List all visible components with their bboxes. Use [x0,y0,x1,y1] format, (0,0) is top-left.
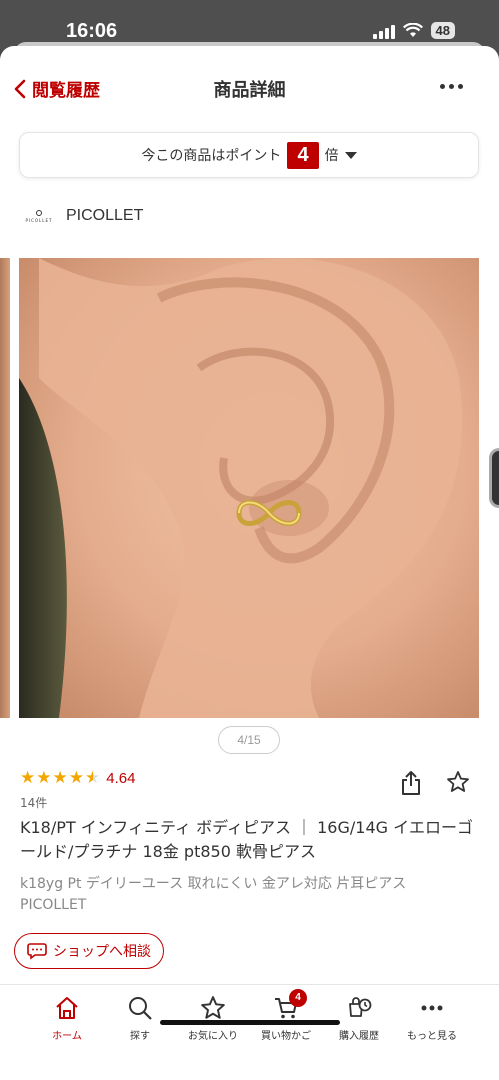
favorite-star-icon[interactable] [446,770,470,794]
shop-logo: PICOLLET [22,206,56,226]
review-count[interactable]: 14件 [20,794,47,811]
cellular-signal-icon [372,23,395,39]
caret-down-icon [344,151,357,159]
cart-badge: 4 [289,989,307,1007]
search-icon [125,993,155,1023]
shop-link[interactable]: PICOLLET PICOLLET [22,206,144,226]
tab-label: 購入履歴 [339,1031,379,1042]
previous-image[interactable] [0,258,10,718]
home-indicator [160,1020,340,1025]
product-detail-sheet: 閲覧履歴 商品詳細 今この商品はポイント 4 倍 PICOLLET PICOLL… [0,46,499,1080]
star-icon: ★ [36,768,52,788]
ear-photo [19,258,479,718]
tab-more[interactable]: もっと見る [396,993,468,1042]
consult-label: ショップへ相談 [53,944,151,960]
tab-label: 買い物かご [261,1031,311,1042]
rating-value: 4.64 [106,770,136,787]
star-icon: ★ [52,768,68,788]
star-icon: ★ [20,768,36,788]
tab-cart[interactable]: 4 買い物かご [250,989,322,1042]
star-icon [198,993,228,1023]
home-icon [52,993,82,1023]
consult-shop-button[interactable]: ショップへ相談 [14,933,164,969]
points-prefix: 今この商品はポイント [141,148,282,164]
product-image[interactable] [19,258,479,718]
shop-name: PICOLLET [66,207,144,224]
star-icon: ★ [68,768,84,788]
product-title: K18/PT インフィニティ ボディピアス ｜ 16G/14G イエローゴールド… [20,818,473,861]
image-gallery[interactable] [0,258,499,718]
purchase-history-icon [344,993,374,1023]
tab-label: ホーム [52,1031,82,1042]
status-icons: 48 [372,22,455,39]
points-multiplier: 4 [287,141,319,169]
points-banner[interactable]: 今この商品はポイント 4 倍 [19,132,479,178]
more-icon [417,993,447,1023]
wifi-icon [402,23,423,37]
rating[interactable]: ★ ★ ★ ★ ★ 4.64 [20,768,136,788]
shop-logo-text: PICOLLET [25,217,53,223]
chat-icon [27,943,47,960]
bottom-tab-bar: ホーム 探す お気に入り 4 買い物かご 購入履歴 もっと見る [0,984,499,1080]
product-subtitle: k18yg Pt デイリーユース 取れにくい 金アレ対応 片耳ピアス PICOL… [20,876,407,913]
tab-label: 探す [130,1031,150,1042]
tab-label: もっと見る [407,1031,457,1042]
navigation-bar: 閲覧履歴 商品詳細 [0,64,499,114]
cart-icon: 4 [271,989,307,1023]
page-title: 商品詳細 [213,80,286,101]
image-pager: 4/15 [218,726,280,754]
share-icon[interactable] [400,770,422,796]
battery-indicator: 48 [430,22,455,39]
tab-label: お気に入り [188,1031,238,1042]
more-options-icon[interactable] [440,84,463,89]
half-star-icon: ★ [85,768,101,788]
tab-home[interactable]: ホーム [31,993,103,1042]
next-image[interactable] [489,448,499,508]
tab-purchase-history[interactable]: 購入履歴 [323,993,395,1042]
tab-search[interactable]: 探す [104,993,176,1042]
points-suffix: 倍 [324,148,339,164]
status-time: 16:06 [66,20,118,42]
tab-favorites[interactable]: お気に入り [177,993,249,1042]
